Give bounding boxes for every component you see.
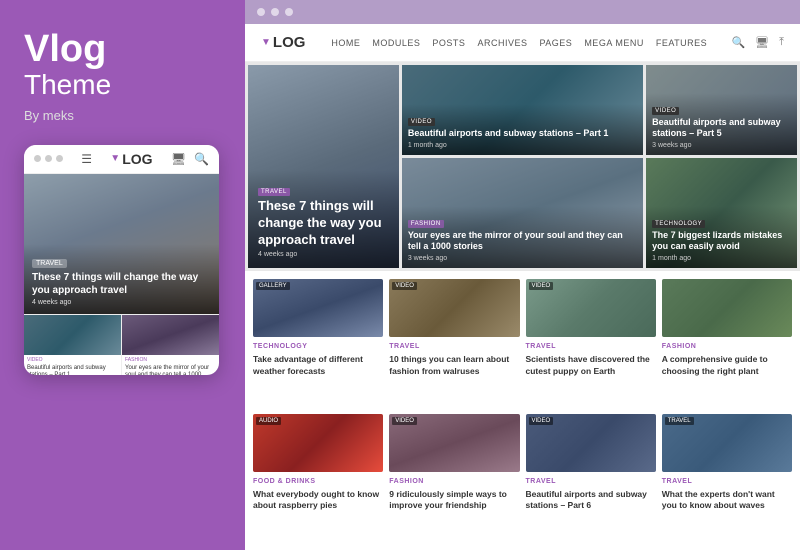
article-thumb-1: GALLERY [253, 279, 383, 337]
mobile-hamburger[interactable]: ☰ [81, 152, 92, 166]
article-title-6[interactable]: 9 ridiculously simple ways to improve yo… [389, 489, 519, 513]
article-title-4[interactable]: A comprehensive guide to choosing the ri… [662, 354, 792, 378]
article-card-6: VIDEO FASHION 9 ridiculously simple ways… [389, 414, 519, 543]
chrome-dot-2 [271, 8, 279, 16]
hero-card-5[interactable]: TECHNOLOGY The 7 biggest lizards mistake… [646, 158, 797, 268]
article-thumb-2: VIDEO [389, 279, 519, 337]
article-thumb-8: TRAVEL [662, 414, 792, 472]
mobile-mockup: ☰ ▼ LOG 🖥 🔍 TRAVEL These 7 things will c… [24, 145, 219, 375]
hero-title-4: Your eyes are the mirror of your soul an… [408, 230, 637, 253]
hero-tag-3: VIDEO [652, 107, 679, 115]
article-title-2[interactable]: 10 things you can learn about fashion fr… [389, 354, 519, 378]
article-tag-1: TECHNOLOGY [253, 343, 383, 350]
article-tag-4: FASHION [662, 343, 792, 350]
hero-card-1[interactable]: VIDEO Beautiful airports and subway stat… [402, 65, 643, 155]
article-title-8[interactable]: What the experts don't want you to know … [662, 489, 792, 513]
article-title-3[interactable]: Scientists have discovered the cutest pu… [526, 354, 656, 378]
mobile-logo: ▼ LOG [110, 151, 152, 167]
hero-tag-center: TRAVEL [258, 188, 290, 196]
nav-archives[interactable]: ARCHIVES [477, 38, 527, 48]
article-tag-2: TRAVEL [389, 343, 519, 350]
hero-date-5: 1 month ago [652, 255, 791, 262]
hero-title-1: Beautiful airports and subway stations –… [408, 128, 637, 140]
mobile-thumbnails: VIDEO Beautiful airports and subway stat… [24, 314, 219, 375]
article-tag-3: TRAVEL [526, 343, 656, 350]
article-tag-8: TRAVEL [662, 478, 792, 485]
article-card-8: TRAVEL TRAVEL What the experts don't wan… [662, 414, 792, 543]
article-thumb-7: VIDEO [526, 414, 656, 472]
nav-features[interactable]: FEATURES [656, 38, 707, 48]
mobile-hero-image: TRAVEL These 7 things will change the wa… [24, 174, 219, 314]
mobile-thumb-1: VIDEO Beautiful airports and subway stat… [24, 315, 122, 375]
article-thumb-6: VIDEO [389, 414, 519, 472]
nav-home[interactable]: HOME [331, 38, 360, 48]
brand-title: Vlog Theme By meks [24, 30, 221, 123]
mobile-thumb-2: FASHION Your eyes are the mirror of your… [122, 315, 219, 375]
hero-title-5: The 7 biggest lizards mistakes you can e… [652, 230, 791, 253]
monitor-icon: 🖥 [171, 152, 186, 166]
hero-tag-5: TECHNOLOGY [652, 220, 705, 228]
article-tag-5: FOOD & DRINKS [253, 478, 383, 485]
left-panel: Vlog Theme By meks ☰ ▼ LOG 🖥 🔍 TRAVE [0, 0, 245, 550]
article-card-3: VIDEO TRAVEL Scientists have discovered … [526, 279, 656, 408]
mobile-hero-tag: TRAVEL [32, 259, 67, 268]
hero-tag-1: VIDEO [408, 118, 435, 126]
search-icon[interactable]: 🔍 [731, 36, 745, 49]
desktop-logo: ▼ LOG [261, 34, 305, 51]
article-thumb-4 [662, 279, 792, 337]
nav-posts[interactable]: POSTS [432, 38, 465, 48]
hero-card-center[interactable]: TRAVEL These 7 things will change the wa… [248, 65, 399, 268]
article-title-1[interactable]: Take advantage of different weather fore… [253, 354, 383, 378]
hero-card-3[interactable]: VIDEO Beautiful airports and subway stat… [646, 65, 797, 155]
mobile-hero-date: 4 weeks ago [32, 299, 211, 306]
chrome-dot-3 [285, 8, 293, 16]
search-icon: 🔍 [194, 152, 209, 166]
hero-title-center: These 7 things will change the way you a… [258, 198, 389, 249]
hero-date-center: 4 weeks ago [258, 251, 389, 258]
desktop-content: VIDEO Beautiful airports and subway stat… [245, 62, 800, 550]
article-grid: GALLERY TECHNOLOGY Take advantage of dif… [245, 271, 800, 550]
article-tag-6: FASHION [389, 478, 519, 485]
browser-chrome [245, 0, 800, 24]
right-panel: ▼ LOG HOME MODULES POSTS ARCHIVES PAGES … [245, 0, 800, 550]
nav-pages[interactable]: PAGES [539, 38, 572, 48]
desktop-nav: ▼ LOG HOME MODULES POSTS ARCHIVES PAGES … [245, 24, 800, 62]
nav-icon-group: 🔍 🖥 ⤒ [731, 36, 784, 49]
nav-mega-menu[interactable]: MEGA MENU [584, 38, 644, 48]
chrome-dot-1 [257, 8, 265, 16]
desktop-window: ▼ LOG HOME MODULES POSTS ARCHIVES PAGES … [245, 24, 800, 550]
article-card-5: AUDIO FOOD & DRINKS What everybody ought… [253, 414, 383, 543]
article-title-7[interactable]: Beautiful airports and subway stations –… [526, 489, 656, 513]
hero-date-3: 3 weeks ago [652, 142, 791, 149]
mobile-hero-title: These 7 things will change the way you a… [32, 271, 211, 297]
article-card-2: VIDEO TRAVEL 10 things you can learn abo… [389, 279, 519, 408]
hero-date-1: 1 month ago [408, 142, 637, 149]
mobile-nav-icons: 🖥 🔍 [171, 152, 209, 166]
article-thumb-3: VIDEO [526, 279, 656, 337]
mobile-nav-bar: ☰ ▼ LOG 🖥 🔍 [24, 145, 219, 174]
hero-date-4: 3 weeks ago [408, 255, 637, 262]
nav-modules[interactable]: MODULES [372, 38, 420, 48]
article-card-4: FASHION A comprehensive guide to choosin… [662, 279, 792, 408]
monitor-icon[interactable]: 🖥 [755, 36, 769, 49]
article-tag-7: TRAVEL [526, 478, 656, 485]
article-title-5[interactable]: What everybody ought to know about raspb… [253, 489, 383, 513]
hero-tag-4: FASHION [408, 220, 444, 228]
share-icon[interactable]: ⤒ [779, 36, 784, 49]
hero-card-4[interactable]: FASHION Your eyes are the mirror of your… [402, 158, 643, 268]
nav-items: HOME MODULES POSTS ARCHIVES PAGES MEGA M… [331, 38, 715, 48]
hero-grid: VIDEO Beautiful airports and subway stat… [245, 62, 800, 271]
article-card-7: VIDEO TRAVEL Beautiful airports and subw… [526, 414, 656, 543]
hero-title-3: Beautiful airports and subway stations –… [652, 117, 791, 140]
article-thumb-5: AUDIO [253, 414, 383, 472]
article-card-1: GALLERY TECHNOLOGY Take advantage of dif… [253, 279, 383, 408]
